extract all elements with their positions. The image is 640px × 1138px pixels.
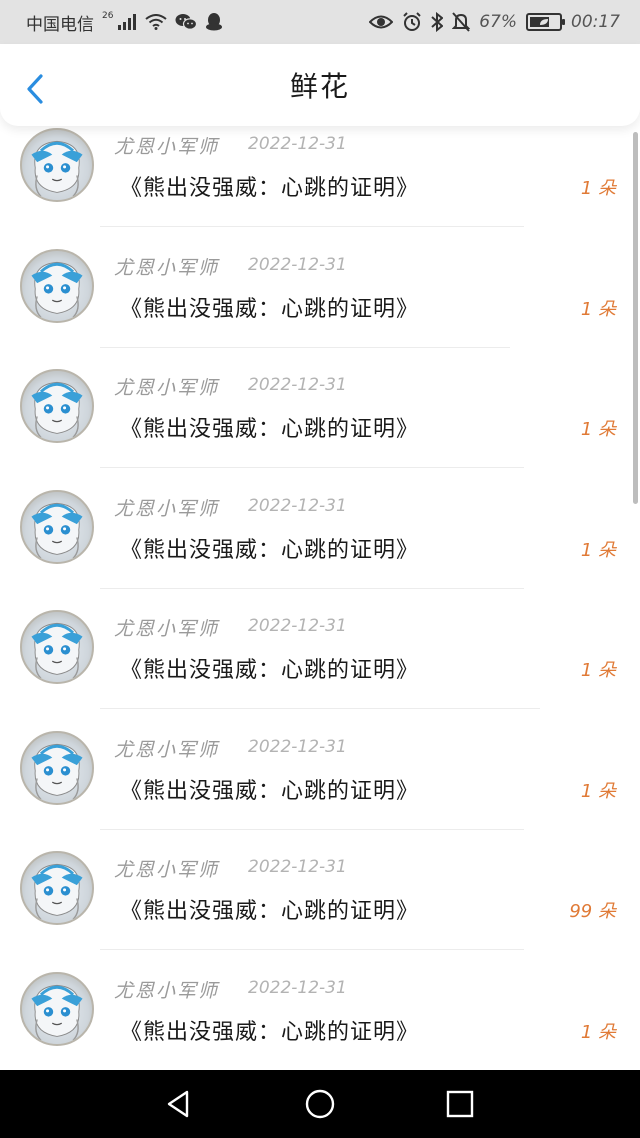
avatar-image	[31, 984, 83, 1041]
recents-square-icon	[446, 1090, 474, 1118]
alarm-icon	[402, 12, 422, 32]
network-type: 26	[102, 11, 114, 21]
nav-back-button[interactable]	[158, 1082, 202, 1126]
user-name[interactable]: 尤恩小军师	[114, 855, 219, 882]
signal-icon	[117, 14, 137, 30]
nav-recents-button[interactable]	[438, 1082, 482, 1126]
eye-icon	[369, 14, 394, 30]
wifi-icon	[145, 14, 168, 30]
avatar-image	[31, 381, 83, 438]
flower-count: 99 朵	[569, 901, 616, 922]
flower-count: 1 朵	[580, 178, 616, 199]
list-item[interactable]: 尤恩小军师 2022-12-31 《熊出没强威：心跳的证明》 1 朵	[0, 367, 640, 487]
carrier-name: 中国电信	[26, 14, 94, 35]
gift-date: 2022-12-31	[248, 616, 347, 636]
qq-icon	[205, 12, 223, 32]
work-title[interactable]: 《熊出没强威：心跳的证明》	[120, 170, 419, 202]
avatar[interactable]	[20, 369, 94, 443]
work-title[interactable]: 《熊出没强威：心跳的证明》	[120, 532, 419, 564]
row-divider	[100, 708, 540, 709]
gift-date: 2022-12-31	[248, 134, 347, 154]
flower-count: 1 朵	[580, 419, 616, 440]
back-button[interactable]	[20, 72, 50, 106]
user-name[interactable]: 尤恩小军师	[114, 373, 219, 400]
row-divider	[100, 949, 524, 950]
avatar[interactable]	[20, 610, 94, 684]
avatar-image	[31, 743, 83, 800]
gift-date: 2022-12-31	[248, 857, 347, 877]
avatar[interactable]	[20, 971, 94, 1046]
avatar-image	[31, 140, 83, 197]
work-title[interactable]: 《熊出没强威：心跳的证明》	[120, 652, 419, 684]
gift-date: 2022-12-31	[248, 736, 347, 757]
row-divider	[100, 587, 524, 589]
system-nav-bar	[0, 1070, 640, 1138]
bluetooth-icon	[431, 12, 444, 32]
gift-date: 2022-12-31	[248, 375, 347, 395]
row-divider	[100, 467, 524, 468]
mute-icon	[452, 12, 471, 32]
flower-count: 1 朵	[580, 1021, 616, 1043]
user-name[interactable]: 尤恩小军师	[114, 614, 219, 641]
flower-count: 1 朵	[580, 298, 616, 320]
row-divider	[100, 346, 510, 348]
work-title[interactable]: 《熊出没强威：心跳的证明》	[120, 893, 419, 925]
gift-date: 2022-12-31	[248, 495, 347, 516]
gift-date: 2022-12-31	[248, 254, 347, 275]
row-divider	[100, 828, 524, 830]
list-item[interactable]: 尤恩小军师 2022-12-31 《熊出没强威：心跳的证明》 1 朵	[0, 970, 640, 1071]
user-name[interactable]: 尤恩小军师	[114, 132, 219, 159]
row-divider	[100, 226, 524, 227]
status-bar: 中国电信 26 67% 00:17	[0, 0, 640, 44]
avatar[interactable]	[20, 248, 94, 323]
nav-home-button[interactable]	[298, 1082, 342, 1126]
user-name[interactable]: 尤恩小军师	[114, 976, 219, 1003]
avatar[interactable]	[20, 489, 94, 564]
gift-date: 2022-12-31	[248, 977, 347, 998]
list-item[interactable]: 尤恩小军师 2022-12-31 《熊出没强威：心跳的证明》 99 朵	[0, 849, 640, 969]
flower-count: 1 朵	[580, 539, 616, 561]
avatar[interactable]	[20, 730, 94, 805]
chevron-left-icon	[27, 74, 43, 104]
list-item[interactable]: 尤恩小军师 2022-12-31 《熊出没强威：心跳的证明》 1 朵	[0, 126, 640, 246]
avatar[interactable]	[20, 128, 94, 202]
app-header: 鲜花	[0, 44, 640, 126]
work-title[interactable]: 《熊出没强威：心跳的证明》	[120, 1014, 419, 1046]
list-item[interactable]: 尤恩小军师 2022-12-31 《熊出没强威：心跳的证明》 1 朵	[0, 488, 640, 608]
leaf-icon	[540, 19, 548, 25]
flower-count: 1 朵	[580, 780, 616, 802]
back-triangle-icon	[167, 1090, 189, 1118]
avatar-image	[31, 863, 83, 920]
avatar-image	[31, 622, 83, 679]
list-item[interactable]: 尤恩小军师 2022-12-31 《熊出没强威：心跳的证明》 1 朵	[0, 729, 640, 849]
wechat-icon	[175, 13, 198, 31]
work-title[interactable]: 《熊出没强威：心跳的证明》	[120, 411, 419, 443]
scrollbar[interactable]	[633, 132, 638, 504]
user-name[interactable]: 尤恩小军师	[114, 253, 219, 280]
status-right: 67% 00:17	[369, 12, 620, 32]
clock-time: 00:17	[571, 12, 620, 32]
avatar[interactable]	[20, 851, 94, 925]
work-title[interactable]: 《熊出没强威：心跳的证明》	[120, 773, 419, 805]
page-title: 鲜花	[289, 70, 350, 103]
flower-count: 1 朵	[580, 660, 616, 681]
home-circle-icon	[305, 1089, 335, 1119]
status-left: 中国电信 26	[26, 10, 223, 35]
work-title[interactable]: 《熊出没强威：心跳的证明》	[120, 291, 419, 323]
flower-list[interactable]: 尤恩小军师 2022-12-31 《熊出没强威：心跳的证明》 1 朵尤恩小军师 2022…	[0, 126, 640, 1070]
avatar-image	[31, 502, 83, 559]
user-name[interactable]: 尤恩小军师	[114, 735, 219, 762]
battery-percent: 67%	[479, 12, 517, 32]
user-name[interactable]: 尤恩小军师	[114, 494, 219, 521]
list-item[interactable]: 尤恩小军师 2022-12-31 《熊出没强威：心跳的证明》 1 朵	[0, 608, 640, 728]
list-item[interactable]: 尤恩小军师 2022-12-31 《熊出没强威：心跳的证明》 1 朵	[0, 247, 640, 367]
avatar-image	[31, 261, 83, 318]
battery-icon	[526, 13, 565, 31]
